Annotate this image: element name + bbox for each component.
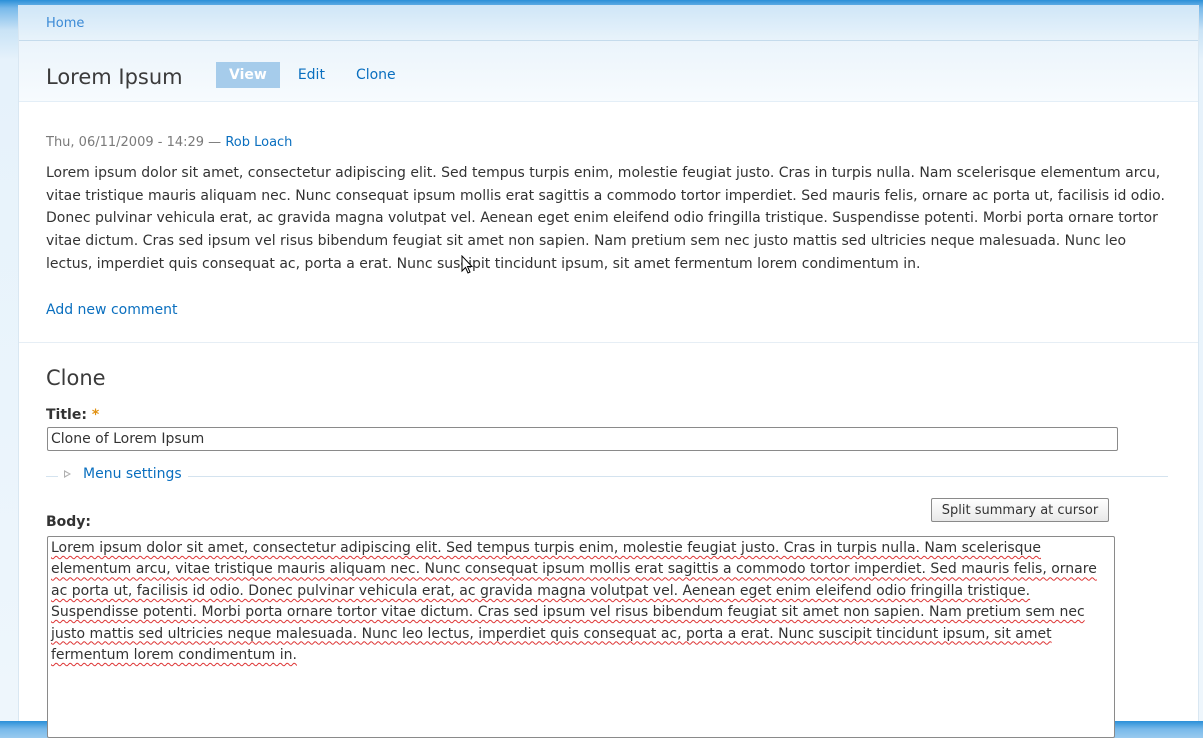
page-container: Home Lorem Ipsum View Edit Clone Thu, 06… bbox=[18, 5, 1199, 738]
fieldset-border bbox=[46, 476, 1168, 477]
breadcrumb: Home bbox=[19, 5, 1198, 41]
add-comment-link[interactable]: Add new comment bbox=[46, 302, 177, 318]
breadcrumb-home-link[interactable]: Home bbox=[46, 16, 84, 31]
submitted-date: Thu, 06/11/2009 - 14:29 — bbox=[46, 135, 222, 150]
title-label-text: Title: bbox=[46, 407, 87, 423]
split-summary-button[interactable]: Split summary at cursor bbox=[931, 498, 1109, 522]
menu-settings-fieldset: Menu settings bbox=[46, 466, 1168, 486]
node-body: Lorem ipsum dolor sit amet, consectetur … bbox=[46, 165, 1165, 272]
required-marker: * bbox=[91, 407, 100, 423]
body-field-label: Body: bbox=[46, 514, 92, 530]
primary-tabs: View Edit Clone bbox=[216, 62, 414, 88]
title-field-label: Title: * bbox=[46, 407, 99, 423]
triangle-right-icon bbox=[64, 470, 71, 478]
tab-edit[interactable]: Edit bbox=[285, 62, 338, 88]
tab-view[interactable]: View bbox=[216, 62, 280, 88]
body-textarea-content: Lorem ipsum dolor sit amet, consectetur … bbox=[51, 540, 1097, 664]
title-input[interactable] bbox=[47, 427, 1118, 451]
body-textarea[interactable]: Lorem ipsum dolor sit amet, consectetur … bbox=[47, 536, 1115, 738]
clone-form-heading: Clone bbox=[46, 366, 106, 390]
menu-settings-legend[interactable]: Menu settings bbox=[58, 466, 188, 482]
section-divider bbox=[19, 342, 1198, 343]
author-link[interactable]: Rob Loach bbox=[225, 135, 292, 150]
menu-settings-link[interactable]: Menu settings bbox=[83, 466, 182, 482]
node-submitted: Thu, 06/11/2009 - 14:29 — Rob Loach bbox=[46, 135, 292, 150]
page-title: Lorem Ipsum bbox=[46, 65, 183, 89]
title-area: Lorem Ipsum View Edit Clone bbox=[19, 41, 1198, 102]
mouse-pointer-icon bbox=[461, 255, 473, 274]
tab-clone[interactable]: Clone bbox=[343, 62, 409, 88]
